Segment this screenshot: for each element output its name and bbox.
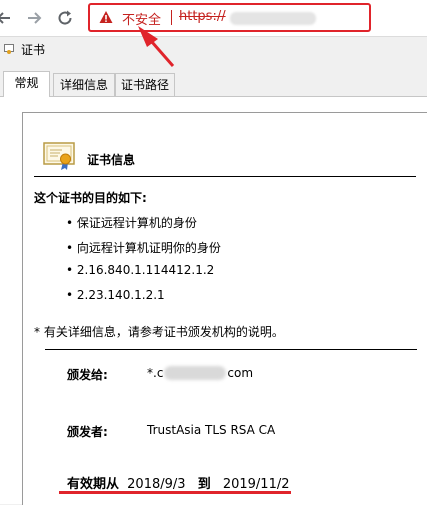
window-title: 证书 <box>21 43 46 57</box>
reload-icon[interactable] <box>53 6 77 30</box>
omnibox-divider <box>171 10 172 25</box>
purpose-item: • 保证远程计算机的身份 <box>66 216 197 230</box>
back-arrow-icon[interactable] <box>0 6 16 30</box>
validity-to-value: 2019/11/2 <box>222 477 290 492</box>
purpose-item: • 2.16.840.1.114412.1.2 <box>66 263 215 277</box>
tab-general[interactable]: 常规 <box>3 71 50 97</box>
validity-to-label: 到 <box>197 477 211 492</box>
tab-certification-path[interactable]: 证书路径 <box>115 73 175 96</box>
certificate-info-title: 证书信息 <box>87 153 136 167</box>
validity-highlight-underline <box>59 491 291 494</box>
url-scheme[interactable]: https:// <box>179 9 226 24</box>
purpose-item: • 2.23.140.1.2.1 <box>66 288 165 302</box>
forward-arrow-icon[interactable] <box>22 6 46 30</box>
issued-by-label: 颁发者: <box>67 425 108 439</box>
address-bar[interactable]: 不安全 https:// <box>88 3 371 32</box>
footnote: * 有关详细信息，请参考证书颁发机构的说明。 <box>34 325 284 339</box>
purpose-heading: 这个证书的目的如下: <box>34 191 147 205</box>
browser-toolbar: 不安全 https:// <box>0 0 427 37</box>
warning-icon[interactable] <box>99 10 113 24</box>
issued-to-value: *.c com <box>147 366 253 380</box>
certificate-small-icon <box>4 44 14 54</box>
certificate-info-frame: 证书信息 这个证书的目的如下: • 保证远程计算机的身份 • 向远程计算机证明你… <box>22 112 427 505</box>
general-tab-panel: 证书信息 这个证书的目的如下: • 保证远程计算机的身份 • 向远程计算机证明你… <box>0 96 427 505</box>
window-title-bar: 证书 <box>0 38 427 62</box>
purpose-item: • 向远程计算机证明你的身份 <box>66 241 221 255</box>
divider-top <box>34 176 416 177</box>
redacted-domain <box>164 366 227 380</box>
tab-details[interactable]: 详细信息 <box>53 73 115 96</box>
url-redacted <box>230 12 316 25</box>
divider-bottom <box>45 349 417 350</box>
issued-to-label: 颁发给: <box>67 368 108 382</box>
validity-line: 有效期从 2018/9/3 到 2019/11/2 <box>67 473 290 492</box>
certificate-icon <box>43 142 75 170</box>
validity-from-label: 有效期从 <box>67 477 120 492</box>
validity-from-value: 2018/9/3 <box>127 477 186 492</box>
not-secure-label[interactable]: 不安全 <box>122 9 161 28</box>
issued-to-prefix: *.c <box>147 366 164 380</box>
issued-to-suffix: com <box>227 366 254 380</box>
issued-by-value: TrustAsia TLS RSA CA <box>147 423 276 437</box>
